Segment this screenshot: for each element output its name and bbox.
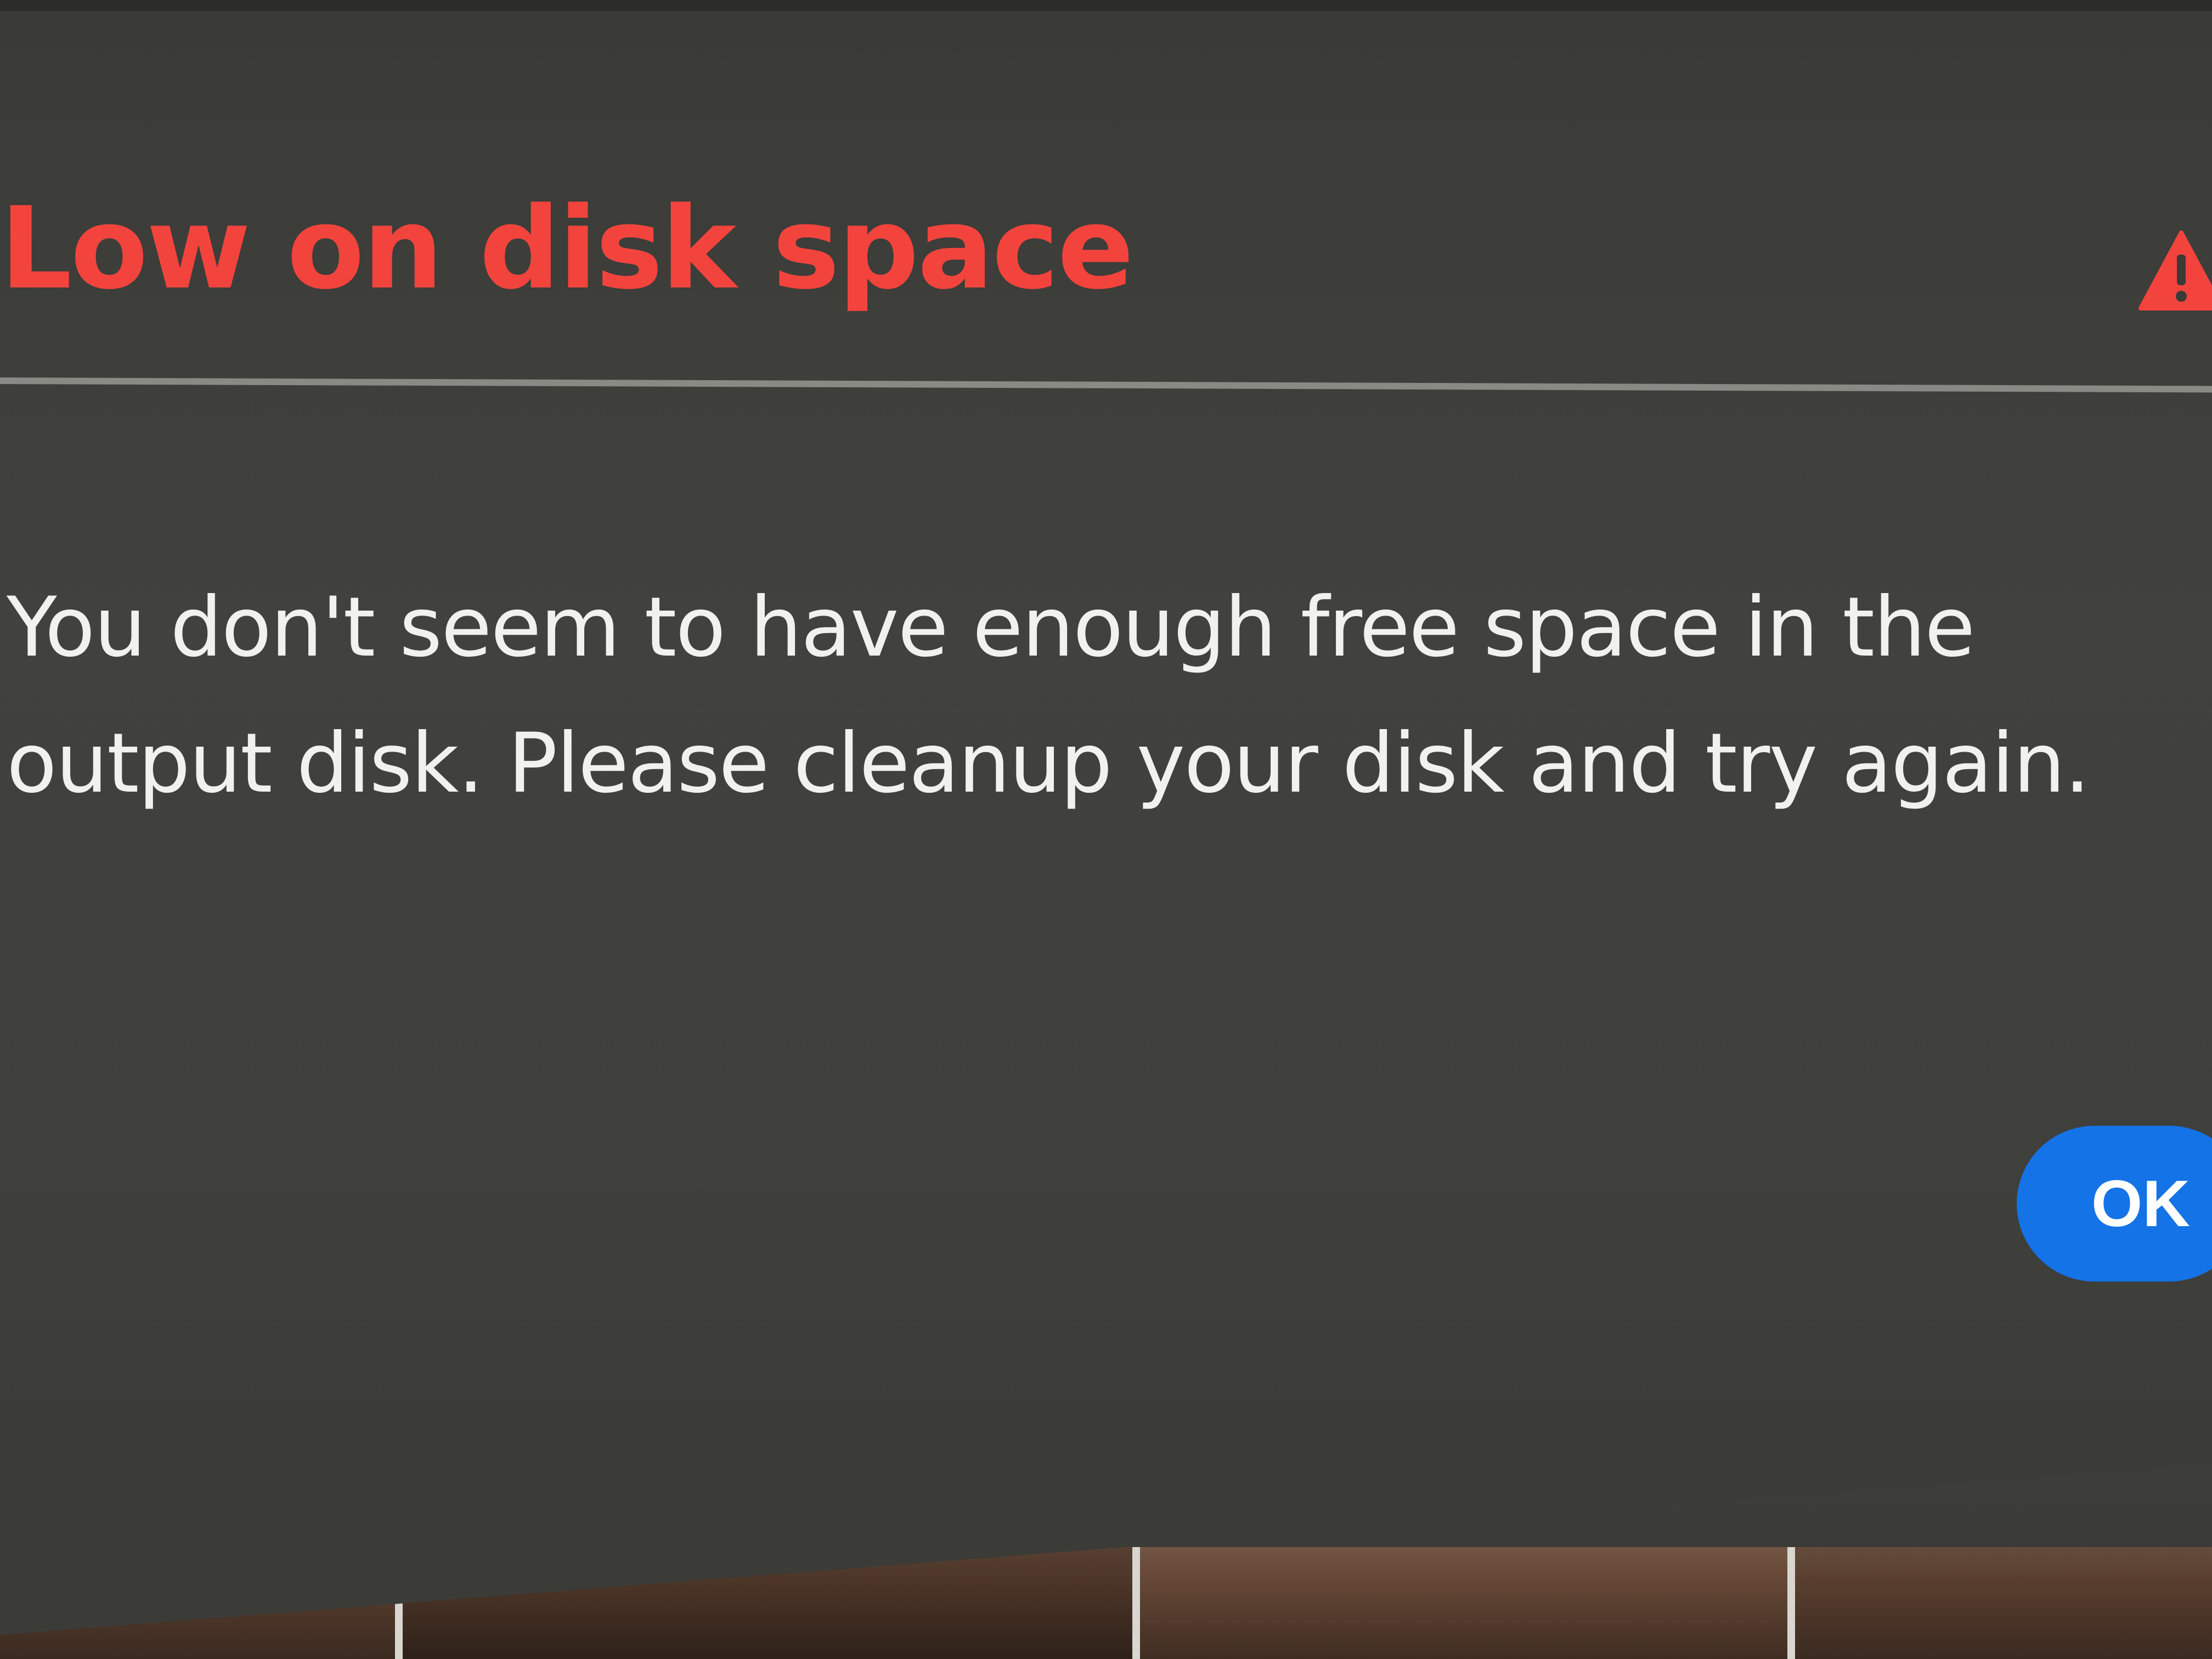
alert-triangle-icon [2138,230,2212,311]
dialog-message: You don't seem to have enough free space… [7,580,2090,811]
title-divider [0,377,2212,393]
ok-button[interactable]: OK [2017,1126,2212,1282]
screen: Low on disk space You don't seem to have… [0,0,2212,1659]
low-disk-space-dialog: Low on disk space You don't seem to have… [0,0,2212,1547]
window-edge [0,0,2212,11]
dialog-title: Low on disk space [0,183,1134,314]
